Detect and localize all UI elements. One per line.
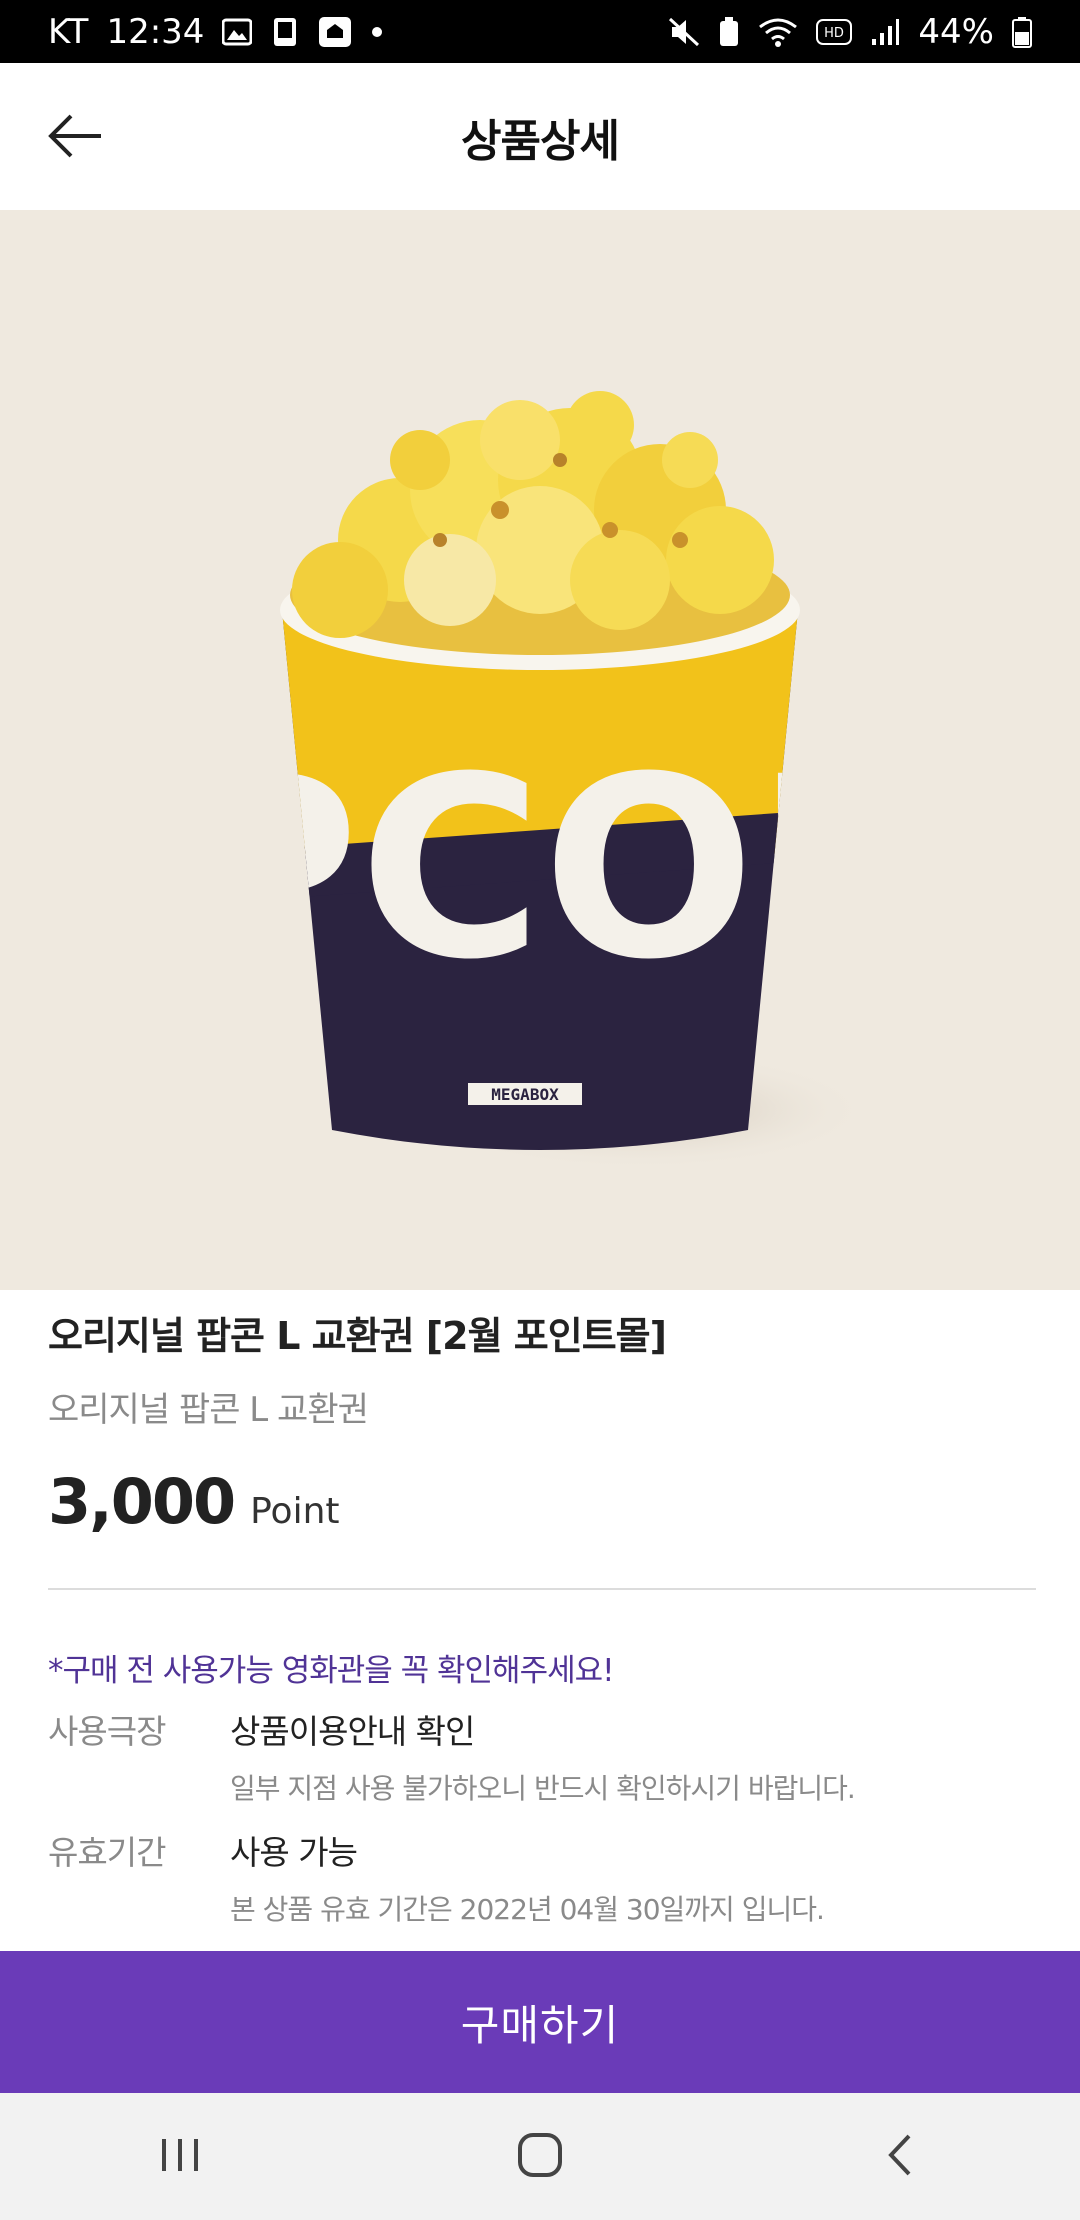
cup-text: OPCORN [0,723,1080,1014]
usage-notice: *구매 전 사용가능 영화관을 꼭 확인해주세요! [48,1653,615,1689]
detail-desc-theater: 일부 지점 사용 불가하오니 반드시 확인하시기 바랍니다. [230,1772,856,1805]
popcorn-pile [290,391,790,655]
status-bar-right: HD 44% [668,12,1032,52]
product-image: OPCORN MEGABOX [0,210,1080,1290]
svg-text:HD: HD [825,26,845,41]
system-nav-bar [0,2093,1080,2220]
image-icon [222,18,253,46]
status-bar-left: KT 12:34 [48,12,384,52]
detail-value-theater: 상품이용안내 확인 [230,1712,475,1751]
price-value: 3,000 [48,1465,236,1538]
divider [48,1588,1036,1590]
detail-row-validity: 유효기간 사용 가능 본 상품 유효 기간은 2022년 04월 30일까지 입… [48,1826,1032,1928]
recent-apps-button[interactable] [120,2107,240,2207]
status-bar: KT 12:34 HD 44% [0,0,1080,63]
back-button[interactable] [40,103,110,173]
clock: 12:34 [106,11,205,52]
price-row: 3,000 Point [48,1465,1032,1538]
detail-body-validity: 사용 가능 본 상품 유효 기간은 2022년 04월 30일까지 입니다. [230,1826,825,1928]
brand-label: MEGABOX [491,1085,559,1104]
battery-percent: 44% [918,11,994,52]
detail-value-validity: 사용 가능 [230,1833,358,1872]
recent-apps-icon [158,2135,202,2179]
product-subtitle: 오리지널 팝콘 L 교환권 [48,1390,369,1430]
home-icon [516,2131,564,2183]
product-name: 오리지널 팝콘 L 교환권 [2월 포인트몰] [48,1314,667,1358]
buy-button[interactable]: 구매하기 [0,1951,1080,2093]
detail-row-theater: 사용극장 상품이용안내 확인 일부 지점 사용 불가하오니 반드시 확인하시기 … [48,1705,1032,1807]
arrow-left-icon [47,113,103,163]
battery-icon [1012,16,1032,48]
back-icon [885,2132,915,2182]
phone-icon [270,16,300,48]
detail-label-theater: 사용극장 [48,1712,166,1751]
wifi-icon [758,17,798,47]
detail-body-theater: 상품이용안내 확인 일부 지점 사용 불가하오니 반드시 확인하시기 바랍니다. [230,1705,856,1807]
page-title: 상품상세 [461,115,620,167]
popcorn-illustration: OPCORN MEGABOX [0,391,1080,1170]
dot-icon [370,25,384,39]
price-unit: Point [250,1491,340,1532]
home-button[interactable] [480,2107,600,2207]
mute-icon [668,17,700,47]
hd-icon: HD [816,18,853,45]
detail-desc-validity: 본 상품 유효 기간은 2022년 04월 30일까지 입니다. [230,1893,825,1926]
battery-saver-icon [718,16,740,48]
signal-icon [870,17,900,47]
carrier-label: KT [48,11,89,52]
app-header: 상품상세 [0,63,1080,210]
nav-back-button[interactable] [840,2107,960,2207]
home-app-icon [318,16,352,48]
detail-label-validity: 유효기간 [48,1833,166,1872]
product-info: 오리지널 팝콘 L 교환권 [2월 포인트몰] 오리지널 팝콘 L 교환권 3,… [48,1305,1032,1538]
